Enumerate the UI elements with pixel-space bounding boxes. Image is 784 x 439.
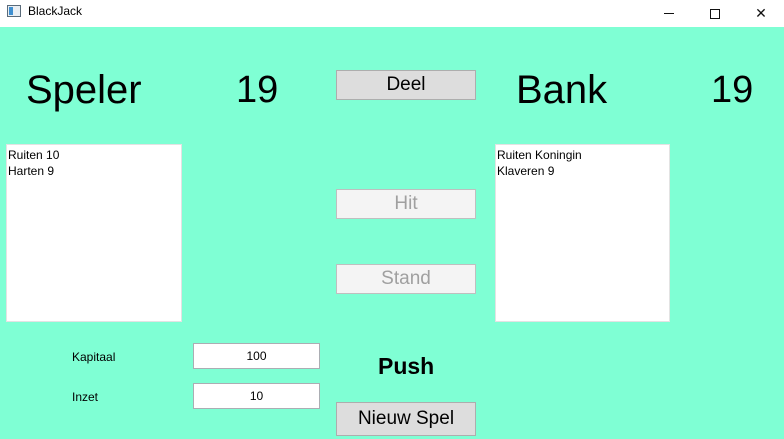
bank-cards-list[interactable]: Ruiten Koningin Klaveren 9 <box>495 144 670 322</box>
bet-label: Inzet <box>72 390 99 404</box>
list-item[interactable]: Harten 9 <box>8 163 181 179</box>
list-item[interactable]: Klaveren 9 <box>497 163 669 179</box>
player-label: Speler <box>26 68 142 112</box>
minimize-icon <box>664 13 674 14</box>
player-score: 19 <box>236 69 279 111</box>
game-area: Speler 19 Deel Bank 19 Ruiten 10 Harten … <box>0 27 784 439</box>
capital-field[interactable]: 100 <box>193 343 320 369</box>
hit-button[interactable]: Hit <box>336 189 476 219</box>
deal-button[interactable]: Deel <box>336 70 476 100</box>
new-game-button[interactable]: Nieuw Spel <box>336 402 476 436</box>
maximize-button[interactable] <box>692 0 738 27</box>
close-button[interactable]: ✕ <box>738 0 784 27</box>
window-title: BlackJack <box>28 4 83 18</box>
list-item[interactable]: Ruiten Koningin <box>497 147 669 163</box>
list-item[interactable]: Ruiten 10 <box>8 147 181 163</box>
stand-button[interactable]: Stand <box>336 264 476 294</box>
bet-field[interactable]: 10 <box>193 383 320 409</box>
title-bar[interactable]: BlackJack ✕ <box>0 0 784 27</box>
bank-label: Bank <box>516 68 608 112</box>
bank-score: 19 <box>711 69 754 111</box>
player-cards-list[interactable]: Ruiten 10 Harten 9 <box>6 144 182 322</box>
app-icon <box>7 5 21 17</box>
maximize-icon <box>710 8 720 19</box>
result-text: Push <box>378 353 435 379</box>
minimize-button[interactable] <box>646 0 692 27</box>
close-icon: ✕ <box>755 5 767 22</box>
capital-label: Kapitaal <box>72 350 116 364</box>
